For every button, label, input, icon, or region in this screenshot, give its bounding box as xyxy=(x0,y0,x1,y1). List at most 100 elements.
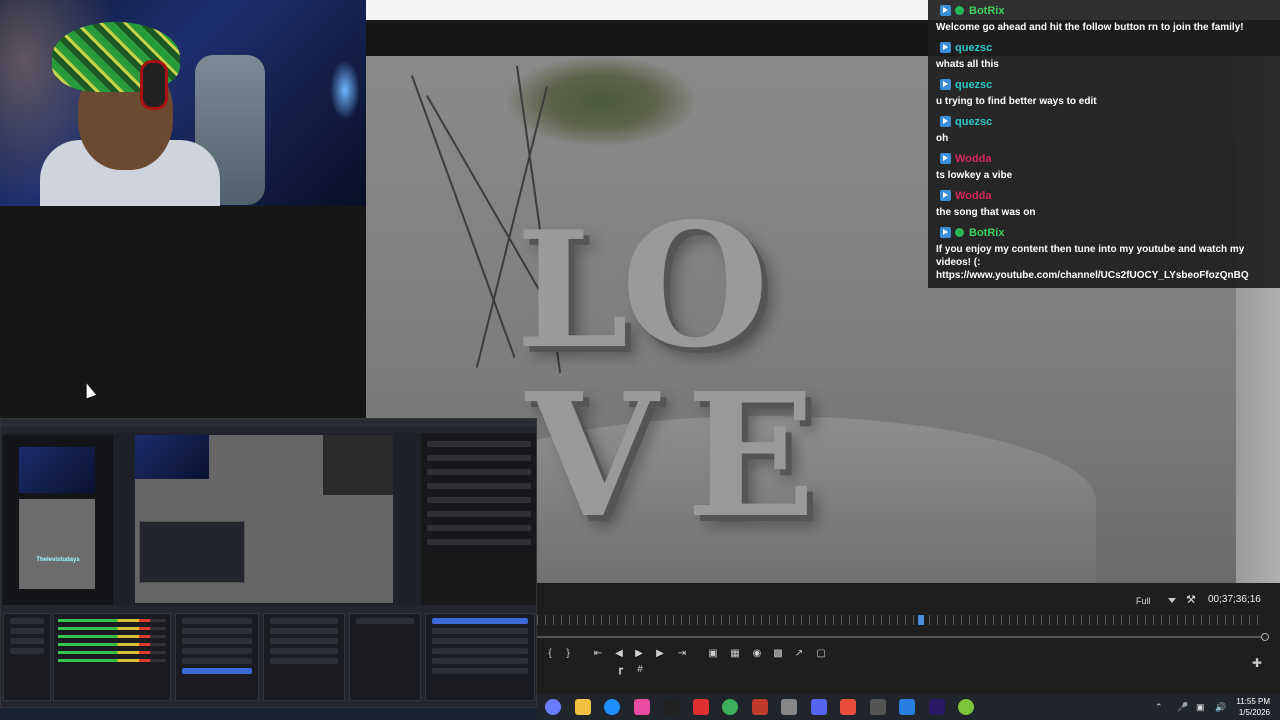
mark-in-icon[interactable]: { xyxy=(543,649,557,661)
chat-username[interactable]: quezsc xyxy=(955,116,992,128)
obs-source-item[interactable] xyxy=(270,618,338,624)
premiere-icon[interactable] xyxy=(928,699,945,715)
camera-icon[interactable]: ◉ xyxy=(750,649,764,661)
mouse-cursor-icon xyxy=(81,381,97,399)
obs-scenes-dock[interactable] xyxy=(3,613,51,701)
verified-bot-icon xyxy=(955,228,964,237)
kick-badge-icon xyxy=(940,79,951,90)
chat-username[interactable]: BotRix xyxy=(969,5,1004,17)
vase-stem xyxy=(411,75,516,358)
quality-dropdown[interactable]: Full xyxy=(1136,594,1178,608)
obs-chat-line xyxy=(427,441,531,447)
kick-badge-icon xyxy=(940,42,951,53)
obs-replay-buffer-button[interactable] xyxy=(432,638,528,644)
obs-audio-mixer[interactable] xyxy=(53,613,171,701)
obs-window[interactable]: Thelevistudays xyxy=(0,418,537,708)
overwrite-icon[interactable]: ▦ xyxy=(728,649,742,661)
obs-icon[interactable] xyxy=(869,699,886,715)
copilot-icon[interactable] xyxy=(545,699,561,715)
chat-username[interactable]: Wodda xyxy=(955,190,991,202)
obs-source-item[interactable] xyxy=(182,618,252,624)
grid-icon[interactable]: # xyxy=(633,665,647,677)
lift-icon[interactable]: ┏ xyxy=(613,665,627,677)
chrome-icon[interactable] xyxy=(722,699,738,715)
opera-icon[interactable] xyxy=(692,699,709,715)
photos-icon[interactable] xyxy=(899,699,915,715)
obs-source-item[interactable] xyxy=(182,638,252,644)
obs-scene-item[interactable] xyxy=(10,618,44,624)
display-icon[interactable]: ▣ xyxy=(1196,702,1205,713)
screen: L O V E BotRix Welcome go ahead and hit t… xyxy=(0,0,1280,720)
obs-sources-dock[interactable] xyxy=(175,613,259,701)
obs-transition-select[interactable] xyxy=(356,618,414,624)
chat-user-row: quezsc xyxy=(940,113,1276,130)
chat-text: whats all this xyxy=(936,59,999,70)
wrench-icon[interactable]: ⚒ xyxy=(1186,594,1198,606)
obs-settings-button[interactable] xyxy=(432,668,528,674)
chat-username[interactable]: quezsc xyxy=(955,42,992,54)
obs-scene-label: Thelevistudays xyxy=(36,557,80,563)
obs-source-item[interactable] xyxy=(182,658,252,664)
player-controls: Full ⚒ 00;37;36;16 { } ⇤ ◀ ▶ ▶ ⇥ ▣ ▦ ◉ ▩… xyxy=(537,583,1280,694)
go-to-in-icon[interactable]: ⇤ xyxy=(591,649,605,661)
obs-controls-dock[interactable] xyxy=(425,613,535,701)
audio-meter xyxy=(58,627,166,630)
obs-source-item[interactable] xyxy=(270,648,338,654)
file-explorer-icon[interactable] xyxy=(574,699,591,715)
obs-transitions-dock[interactable] xyxy=(349,613,421,701)
obs-scene-item[interactable] xyxy=(10,648,44,654)
obs-studio-mode-button[interactable] xyxy=(432,658,528,664)
audio-meter xyxy=(58,659,166,662)
scrub-bar[interactable] xyxy=(537,636,1265,638)
obs-scene-item[interactable] xyxy=(10,638,44,644)
obs-start-recording-button[interactable] xyxy=(432,628,528,634)
app-icon[interactable] xyxy=(751,699,768,715)
go-to-out-icon[interactable]: ⇥ xyxy=(675,649,689,661)
step-forward-icon[interactable]: ▶ xyxy=(653,649,667,661)
chat-message: Wodda ts lowkey a vibe xyxy=(928,148,1280,185)
obs-title-bar[interactable] xyxy=(1,419,536,427)
obs-virtual-camera-button[interactable] xyxy=(432,648,528,654)
obs-source-item[interactable] xyxy=(182,628,252,634)
instagram-icon[interactable] xyxy=(633,699,650,715)
tray-chevron-icon[interactable]: ⌃ xyxy=(1155,702,1163,713)
chat-username[interactable]: BotRix xyxy=(969,227,1004,239)
sculpture-letter: E xyxy=(686,356,816,556)
play-icon[interactable]: ▶ xyxy=(632,649,646,661)
button-editor-icon[interactable]: ▩ xyxy=(771,649,785,661)
playhead[interactable] xyxy=(918,615,925,625)
volume-icon[interactable]: 🔊 xyxy=(1215,702,1226,713)
app2-icon[interactable] xyxy=(840,699,856,715)
webcam-feed xyxy=(0,0,366,206)
microphone-icon[interactable]: 🎤 xyxy=(1177,702,1188,713)
xbox-icon[interactable] xyxy=(958,699,974,715)
chat-username[interactable]: Wodda xyxy=(955,153,991,165)
obs-source-item[interactable] xyxy=(270,638,338,644)
obs-source-item-selected[interactable] xyxy=(182,668,252,674)
obs-source-item[interactable] xyxy=(182,648,252,654)
chat-username[interactable]: quezsc xyxy=(955,79,992,91)
audio-meter xyxy=(58,643,166,646)
scrub-end-handle[interactable] xyxy=(1261,633,1269,641)
system-clock[interactable]: 11:55 PM 1/5/2026 xyxy=(1236,696,1270,718)
nzxt-icon[interactable] xyxy=(663,699,679,715)
settings-icon[interactable] xyxy=(781,699,797,715)
export-frame-icon[interactable]: ↗ xyxy=(792,649,806,661)
chat-message: Wodda the song that was on xyxy=(928,185,1280,222)
obs-scene-item[interactable] xyxy=(10,628,44,634)
add-button-icon[interactable]: ✚ xyxy=(1252,656,1262,670)
discord-icon[interactable] xyxy=(810,699,827,715)
timeline-ruler[interactable] xyxy=(537,615,1265,625)
obs-start-streaming-button[interactable] xyxy=(432,618,528,624)
insert-icon[interactable]: ▣ xyxy=(706,649,720,661)
chat-text: If you enjoy my content then tune into m… xyxy=(936,244,1249,281)
safe-margins-icon[interactable]: ▢ xyxy=(814,649,828,661)
mark-out-icon[interactable]: } xyxy=(561,649,575,661)
step-back-icon[interactable]: ◀ xyxy=(612,649,626,661)
obs-source-item[interactable] xyxy=(270,658,338,664)
windows-taskbar: ⌃ 🎤 ▣ 🔊 11:55 PM 1/5/2026 xyxy=(537,694,1280,720)
edge-icon[interactable] xyxy=(604,699,620,715)
chat-user-row: Wodda xyxy=(940,150,1276,167)
obs-source-item[interactable] xyxy=(270,628,338,634)
obs-sources-list[interactable] xyxy=(263,613,345,701)
